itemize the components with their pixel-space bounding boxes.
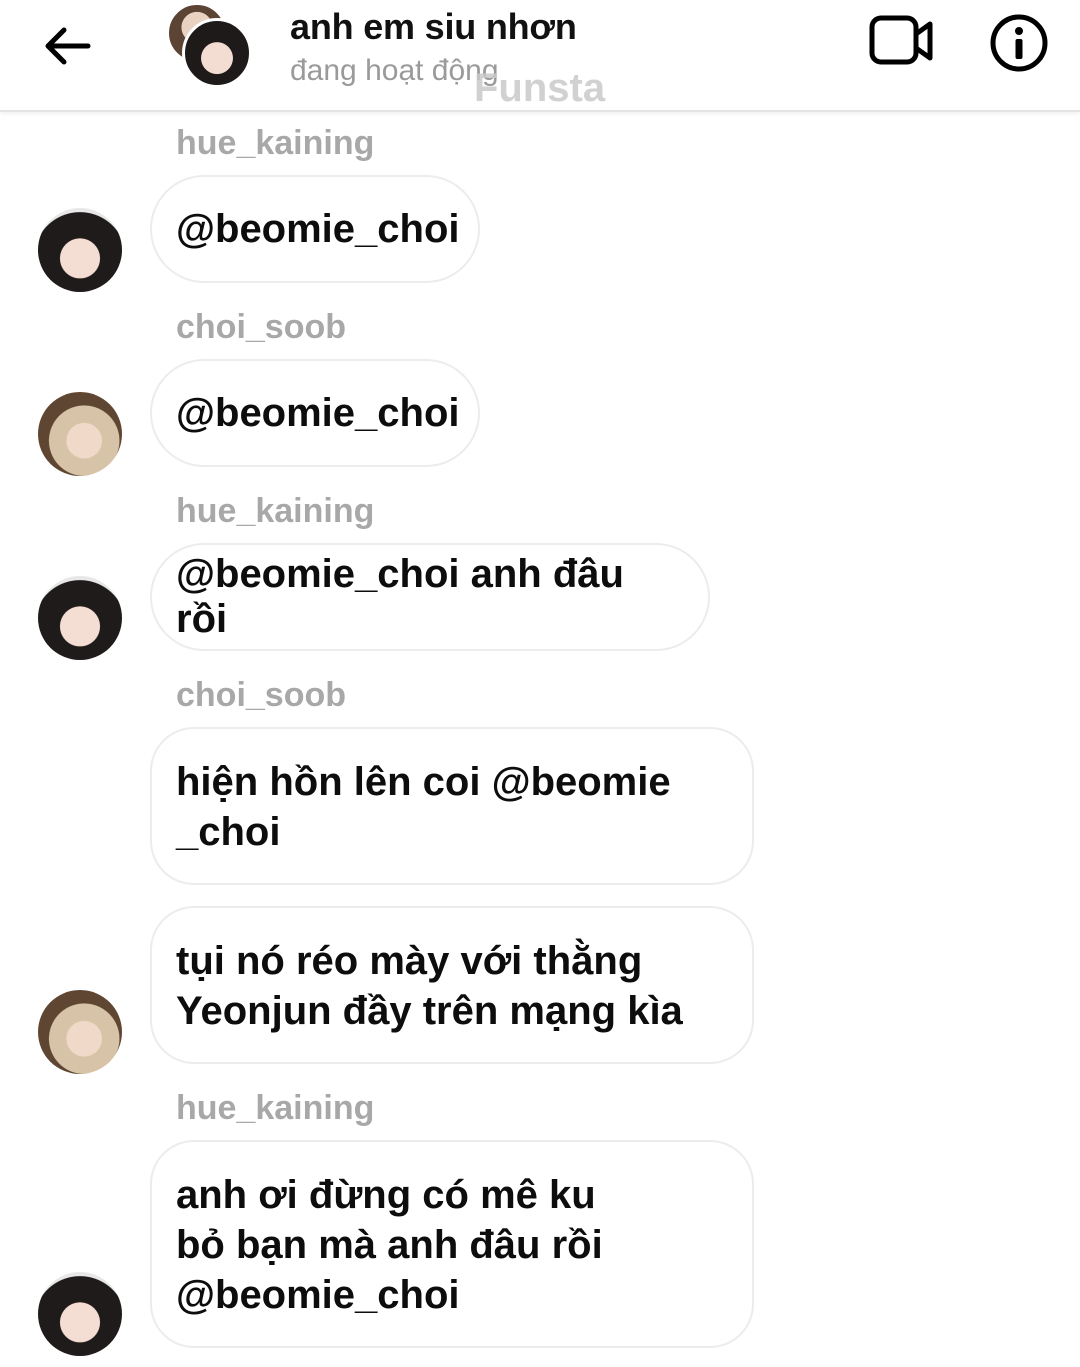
back-button[interactable]: [38, 22, 94, 70]
sender-name: hue_kaining: [176, 1089, 375, 1127]
message-text: hiện hồn lên coi @beomie _choi: [176, 760, 671, 854]
message-bubble[interactable]: tụi nó réo mày với thằng Yeonjun đầy trê…: [150, 906, 754, 1064]
message-bubble[interactable]: @beomie_choi anh đâu rồi: [150, 543, 710, 651]
sender-name: hue_kaining: [176, 492, 375, 530]
avatar-soob[interactable]: [38, 392, 122, 476]
watermark: Funsta: [474, 66, 606, 110]
avatar-hue[interactable]: [38, 576, 122, 660]
group-avatar-front: [182, 18, 252, 88]
avatar-hue[interactable]: [38, 208, 122, 292]
avatar-soob[interactable]: [38, 990, 122, 1074]
message-bubble[interactable]: @beomie_choi: [150, 359, 480, 467]
chat-header: anh em siu nhơn đang hoạt động Funsta: [0, 0, 1080, 112]
avatar-hue[interactable]: [38, 1272, 122, 1356]
info-button[interactable]: [988, 12, 1050, 74]
message-bubble[interactable]: @beomie_choi: [150, 175, 480, 283]
message-text: anh ơi đừng có mê ku bỏ bạn mà anh đâu r…: [176, 1173, 603, 1317]
chat-title[interactable]: anh em siu nhơn: [290, 6, 577, 48]
info-icon: [990, 14, 1048, 72]
sender-name: hue_kaining: [176, 124, 375, 162]
active-status: đang hoạt động: [290, 54, 499, 87]
message-text: @beomie_choi anh đâu rồi: [176, 552, 624, 641]
arrow-left-icon: [45, 27, 91, 65]
message-bubble[interactable]: hiện hồn lên coi @beomie _choi: [150, 727, 754, 885]
sender-name: choi_soob: [176, 676, 347, 714]
message-text: tụi nó réo mày với thằng Yeonjun đầy trê…: [176, 939, 683, 1033]
message-text: @beomie_choi: [176, 390, 460, 435]
video-call-button[interactable]: [868, 14, 936, 68]
message-text: @beomie_choi: [176, 206, 460, 251]
video-camera-icon: [869, 15, 933, 65]
sender-name: choi_soob: [176, 308, 347, 346]
group-avatar[interactable]: [160, 0, 252, 88]
message-bubble[interactable]: anh ơi đừng có mê ku bỏ bạn mà anh đâu r…: [150, 1140, 754, 1348]
